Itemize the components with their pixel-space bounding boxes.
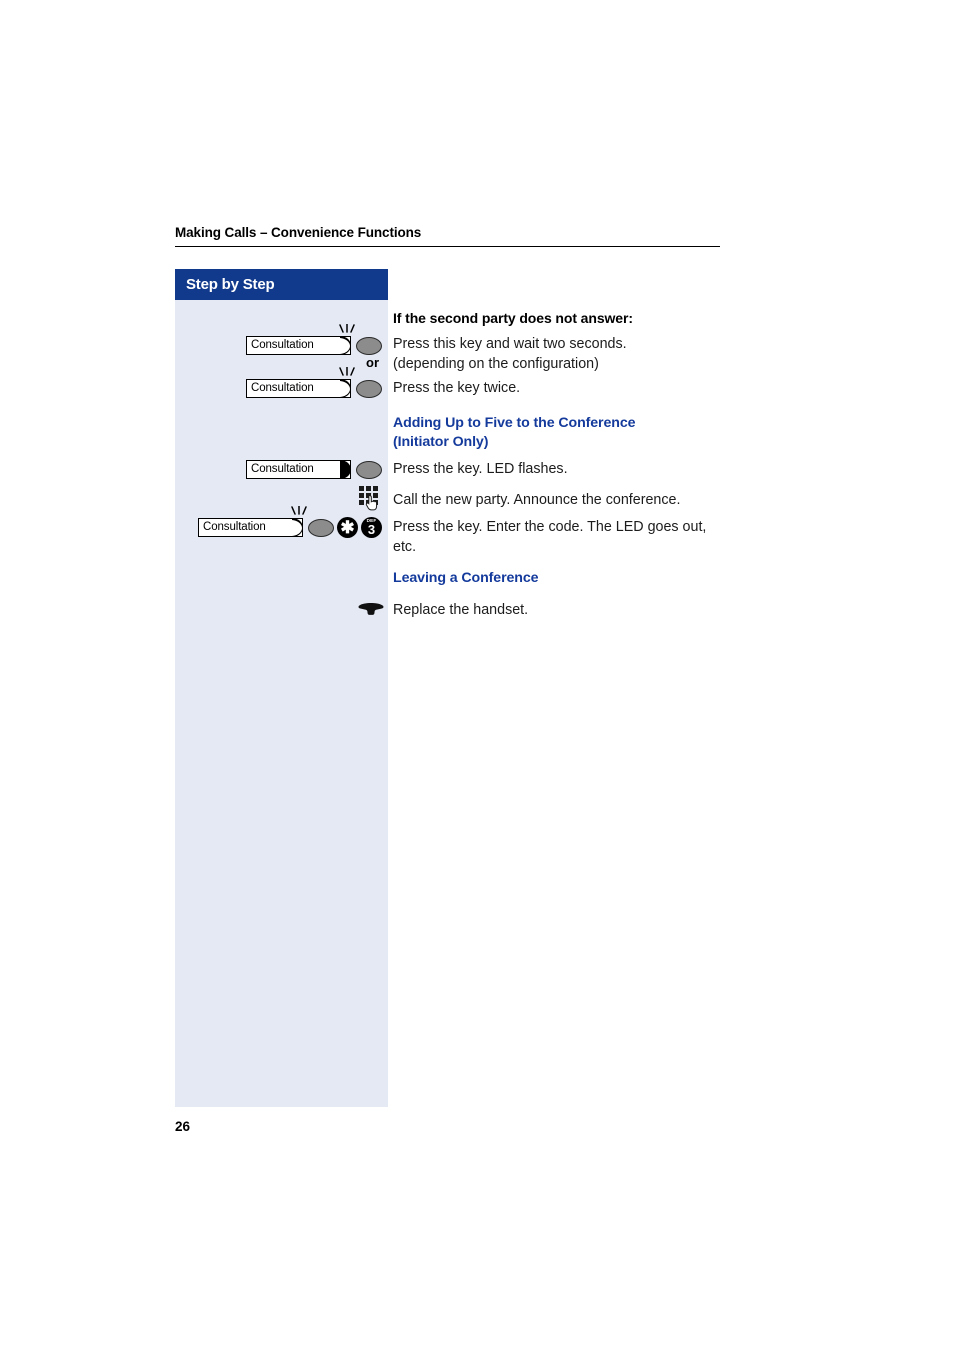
function-key-consultation-4[interactable]: Consultation ✱ DEF 3 (198, 505, 383, 540)
three-key[interactable]: DEF 3 (361, 517, 382, 538)
heading-adding-up-to-five: Adding Up to Five to the Conference (Ini… (393, 414, 723, 451)
sidebar-header: Step by Step (175, 269, 388, 300)
key-label-3: Consultation (251, 462, 314, 475)
heading-adding-line-2: (Initiator Only) (393, 433, 489, 450)
key-plate-4[interactable]: Consultation (198, 518, 303, 537)
keypad-icon (358, 486, 382, 517)
led-flash-rays-2 (336, 366, 358, 380)
key-plate-3[interactable]: Consultation (246, 460, 351, 479)
star-key-label: ✱ (340, 518, 355, 538)
sidebar-title: Step by Step (186, 276, 275, 293)
led-indicator-flashing-1 (340, 336, 351, 355)
led-lamp-oval-1[interactable] (356, 337, 382, 355)
function-key-consultation-2[interactable]: Consultation (246, 366, 382, 401)
key-plate-1[interactable]: Consultation (246, 336, 351, 355)
page-number: 26 (175, 1119, 191, 1134)
star-key[interactable]: ✱ (337, 517, 358, 538)
led-lamp-oval-4[interactable] (308, 519, 334, 537)
led-indicator-flashing-2 (340, 379, 351, 398)
step-1-text: Press this key and wait two seconds. (de… (393, 334, 723, 374)
running-header-title: Making Calls – Convenience Functions (175, 225, 422, 240)
function-key-consultation-3[interactable]: Consultation (246, 460, 382, 482)
or-label: or (366, 355, 379, 370)
step-5-text-line-1: Press the key. Enter the code. The LED g… (393, 519, 707, 535)
key-plate-2[interactable]: Consultation (246, 379, 351, 398)
header-rule (175, 246, 720, 247)
step-6-text: Replace the handset. (393, 602, 529, 618)
handset-icon (357, 601, 385, 624)
key-label-1: Consultation (251, 338, 314, 351)
led-indicator-flashing-4 (292, 518, 303, 537)
function-key-consultation-1[interactable]: Consultation (246, 323, 382, 358)
heading-adding-line-1: Adding Up to Five to the Conference (393, 415, 636, 431)
led-flash-rays-1 (336, 323, 358, 337)
key-label-2: Consultation (251, 381, 314, 394)
row-step-6: Replace the handset. (0, 309, 954, 618)
key-label-4: Consultation (203, 520, 266, 533)
led-flash-rays-4 (288, 505, 310, 519)
instruction-rows: If the second party does not answer: Con… (0, 300, 954, 618)
heading-if-second-party-does-not-answer: If the second party does not answer: (393, 310, 633, 326)
step-5-text: Press the key. Enter the code. The LED g… (393, 517, 723, 557)
step-2-text: Press the key twice. (393, 380, 521, 396)
led-indicator-solid-3 (340, 460, 351, 479)
step-3-text: Press the key. LED flashes. (393, 461, 568, 477)
led-lamp-oval-3[interactable] (356, 461, 382, 479)
step-5-text-line-2: etc. (393, 539, 417, 555)
led-lamp-oval-2[interactable] (356, 380, 382, 398)
step-4-text: Call the new party. Announce the confere… (393, 492, 681, 508)
three-key-label: 3 (367, 522, 376, 538)
step-1-text-line-1: Press this key and wait two seconds. (393, 336, 627, 352)
step-1-text-line-2: (depending on the configuration) (393, 356, 599, 372)
heading-leaving-a-conference: Leaving a Conference (393, 570, 539, 586)
page-running-header: Making Calls – Convenience Functions (175, 225, 720, 247)
